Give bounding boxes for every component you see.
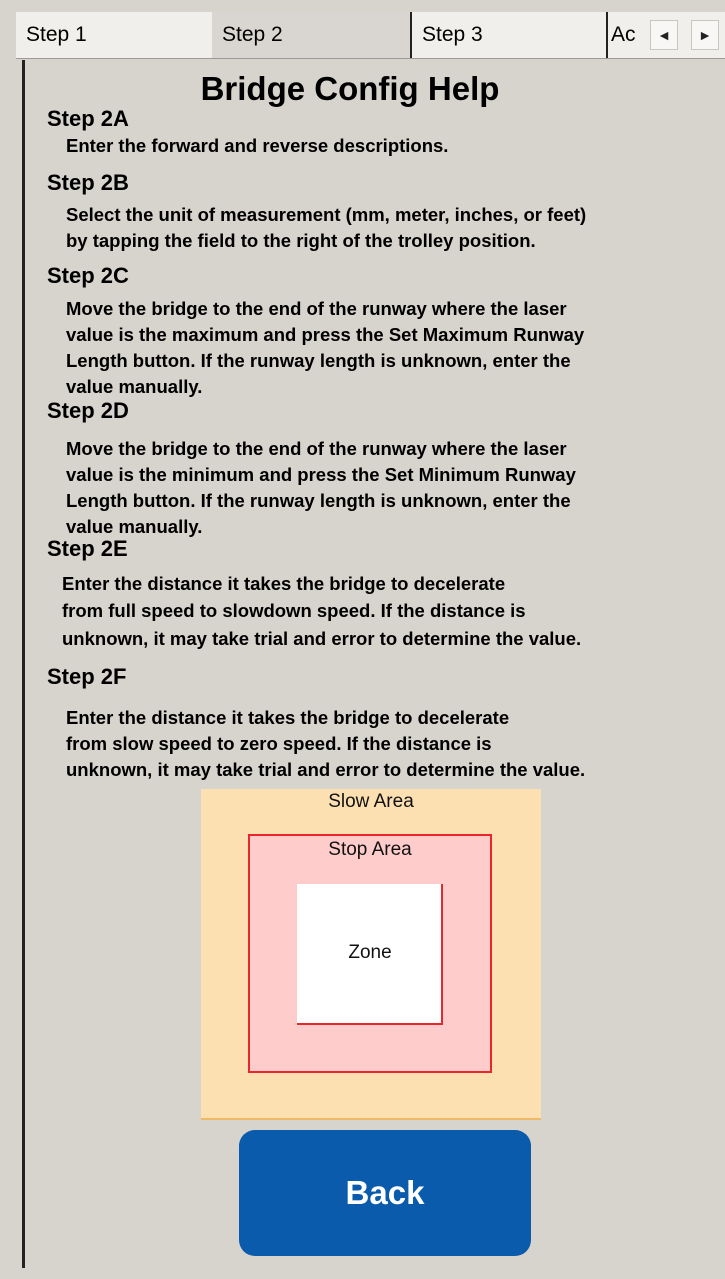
tab-scroll-left-button[interactable]: ◄ [650,20,678,50]
tab-ac[interactable]: Ac [606,12,646,58]
step-2c-text: value manually. [66,376,203,397]
step-2e-text: unknown, it may take trial and error to … [62,628,582,649]
step-2e-text: Enter the distance it takes the bridge t… [62,573,506,594]
step-2d-text: Move the bridge to the end of the runway… [66,438,567,459]
step-2c-heading: Step 2C [47,263,129,288]
page-title: Bridge Config Help [200,70,500,107]
step-2b-text: by tapping the field to the right of the… [66,230,536,251]
step-2a-text: Enter the forward and reverse descriptio… [66,135,449,156]
step-2f-text: Enter the distance it takes the bridge t… [66,707,510,728]
step-2d-text: value manually. [66,516,203,537]
slow-area-label: Slow Area [328,791,414,812]
step-2b-heading: Step 2B [47,170,129,195]
tab-step-3[interactable]: Step 3 [410,12,606,58]
chevron-left-icon: ◄ [657,27,671,43]
chevron-right-icon: ► [698,27,712,43]
step-2c-text: Move the bridge to the end of the runway… [66,298,567,319]
tab-bar: Step 1 Step 2 Step 3 Ac ◄ ► [16,12,725,59]
help-screen: Step 1 Step 2 Step 3 Ac ◄ ► Bridge Confi… [0,0,725,1279]
step-2e-heading: Step 2E [47,536,128,561]
step-2d-text: Length button. If the runway length is u… [66,490,571,511]
step-2f-heading: Step 2F [47,664,127,689]
back-button[interactable]: Back [239,1130,531,1256]
zone-label: Zone [348,942,392,963]
step-2a-heading: Step 2A [47,106,129,131]
stop-area-label: Stop Area [328,839,412,860]
step-2e-text: from full speed to slowdown speed. If th… [62,600,526,621]
step-2c-text: value is the maximum and press the Set M… [66,324,585,345]
tab-step-2[interactable]: Step 2 [212,12,410,58]
step-2f-text: from slow speed to zero speed. If the di… [66,733,492,754]
tab-step-1[interactable]: Step 1 [16,12,212,58]
step-2d-heading: Step 2D [47,398,129,423]
tab-scroll-right-button[interactable]: ► [691,20,719,50]
step-2c-text: Length button. If the runway length is u… [66,350,571,371]
step-2d-text: value is the minimum and press the Set M… [66,464,576,485]
step-2b-text: Select the unit of measurement (mm, mete… [66,204,587,225]
step-2f-text: unknown, it may take trial and error to … [66,759,586,780]
